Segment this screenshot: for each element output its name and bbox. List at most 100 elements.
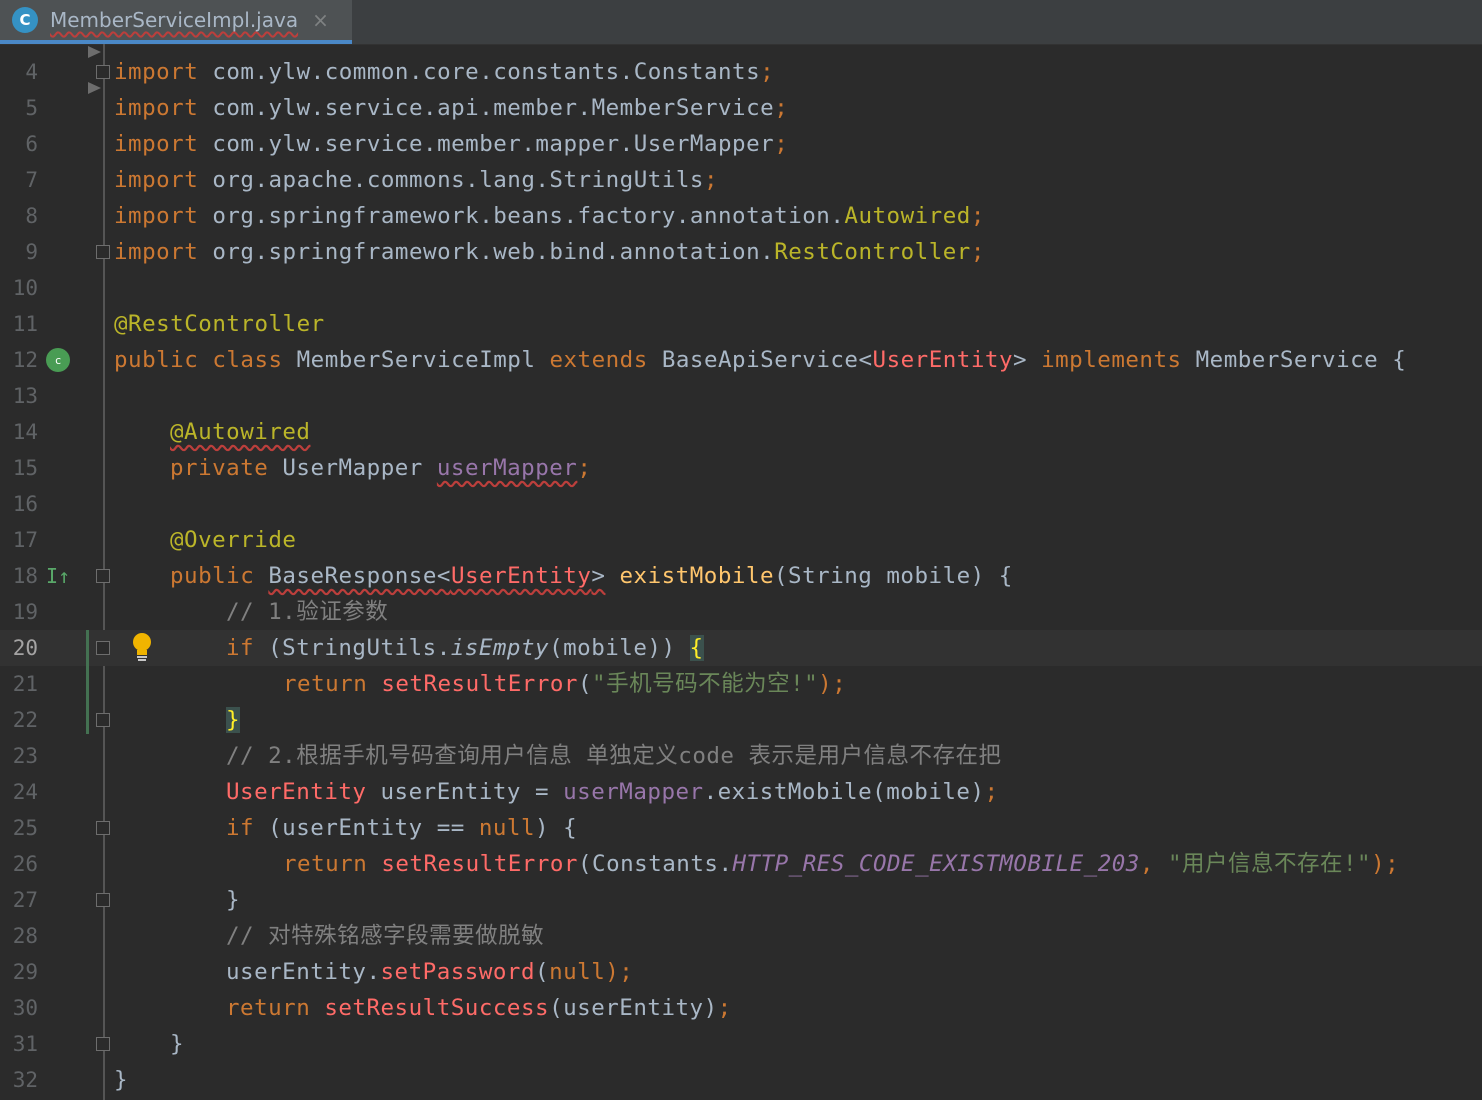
line-number: 29 <box>12 960 38 984</box>
code-line-current: 20 if (StringUtils.isEmpty(mobile)) { <box>0 630 1482 666</box>
code-text: public BaseResponse<UserEntity> existMob… <box>170 563 1013 589</box>
fold-end-icon[interactable] <box>96 245 110 259</box>
fold-marker-icon[interactable] <box>96 821 110 835</box>
code-line: 13 <box>0 378 1482 414</box>
implements-method-icon[interactable]: I↑ <box>46 558 70 594</box>
line-number: 17 <box>12 528 38 552</box>
code-text: import com.ylw.common.core.constants.Con… <box>114 59 775 85</box>
code-line: 28 // 对特殊铭感字段需要做脱敏 <box>0 918 1482 954</box>
java-class-icon: C <box>12 7 38 33</box>
code-text: if (StringUtils.isEmpty(mobile)) { <box>226 635 704 661</box>
editor-tab-bar: C MemberServiceImpl.java × <box>0 0 1482 45</box>
code-text: @Override <box>170 527 297 553</box>
code-line: 27 } <box>0 882 1482 918</box>
line-number: 32 <box>12 1068 38 1092</box>
change-marker <box>86 702 89 734</box>
code-line: 10 <box>0 270 1482 306</box>
code-text: // 对特殊铭感字段需要做脱敏 <box>226 923 545 949</box>
code-text: return setResultError(Constants.HTTP_RES… <box>283 851 1400 877</box>
code-text: import org.springframework.web.bind.anno… <box>114 239 985 265</box>
line-number: 19 <box>12 600 38 624</box>
tab-label: MemberServiceImpl.java <box>50 8 299 32</box>
line-number: 26 <box>12 852 38 876</box>
code-line: 24 UserEntity userEntity = userMapper.ex… <box>0 774 1482 810</box>
code-line: 8 import org.springframework.beans.facto… <box>0 198 1482 234</box>
code-text: private UserMapper userMapper; <box>170 455 592 481</box>
line-number: 7 <box>25 168 38 192</box>
code-line: 4 import com.ylw.common.core.constants.C… <box>0 54 1482 90</box>
line-number: 6 <box>25 132 38 156</box>
line-number: 20 <box>12 636 38 660</box>
code-line: 16 <box>0 486 1482 522</box>
line-number: 9 <box>25 240 38 264</box>
line-number: 31 <box>12 1032 38 1056</box>
code-line: 9 import org.springframework.web.bind.an… <box>0 234 1482 270</box>
line-number: 4 <box>25 60 38 84</box>
code-line: 26 return setResultError(Constants.HTTP_… <box>0 846 1482 882</box>
code-line: 17 @Override <box>0 522 1482 558</box>
code-text: import org.apache.commons.lang.StringUti… <box>114 167 718 193</box>
fold-end-icon[interactable] <box>96 1037 110 1051</box>
line-number: 21 <box>12 672 38 696</box>
code-line: 5 import com.ylw.service.api.member.Memb… <box>0 90 1482 126</box>
code-line: 29 userEntity.setPassword(null); <box>0 954 1482 990</box>
spring-bean-icon[interactable]: c <box>46 348 70 372</box>
code-line: 7 import org.apache.commons.lang.StringU… <box>0 162 1482 198</box>
code-line: 21 return setResultError("手机号码不能为空!"); <box>0 666 1482 702</box>
line-number: 10 <box>12 276 38 300</box>
line-number: 15 <box>12 456 38 480</box>
fold-marker-icon[interactable] <box>96 65 110 79</box>
line-number: 23 <box>12 744 38 768</box>
line-number: 8 <box>25 204 38 228</box>
close-icon[interactable]: × <box>312 8 329 32</box>
code-line: 19 // 1.验证参数 <box>0 594 1482 630</box>
code-text: } <box>114 1067 129 1093</box>
lightbulb-icon[interactable] <box>130 632 154 662</box>
fold-marker-icon[interactable] <box>96 569 110 583</box>
line-number: 5 <box>25 96 38 120</box>
code-line: 15 private UserMapper userMapper; <box>0 450 1482 486</box>
code-line: 30 return setResultSuccess(userEntity); <box>0 990 1482 1026</box>
code-text: @Autowired <box>170 419 311 445</box>
code-line: 18 I↑ public BaseResponse<UserEntity> ex… <box>0 558 1482 594</box>
line-number: 16 <box>12 492 38 516</box>
code-line: 12 c public class MemberServiceImpl exte… <box>0 342 1482 378</box>
change-marker <box>86 630 89 666</box>
code-line: 11 @RestController <box>0 306 1482 342</box>
code-line: 25 if (userEntity == null) { <box>0 810 1482 846</box>
line-number: 13 <box>12 384 38 408</box>
line-number: 30 <box>12 996 38 1020</box>
fold-end-icon[interactable] <box>96 893 110 907</box>
code-line: 32 } <box>0 1062 1482 1098</box>
line-number: 18 <box>12 564 38 588</box>
code-text: UserEntity userEntity = userMapper.exist… <box>226 779 999 805</box>
code-text: return setResultSuccess(userEntity); <box>226 995 732 1021</box>
change-marker <box>86 666 89 702</box>
code-text: } <box>170 1031 185 1057</box>
code-line: 31 } <box>0 1026 1482 1062</box>
fold-marker-icon[interactable] <box>96 641 110 655</box>
code-text: } <box>226 887 241 913</box>
line-number: 11 <box>12 312 38 336</box>
code-text: userEntity.setPassword(null); <box>226 959 634 985</box>
code-text: public class MemberServiceImpl extends B… <box>114 347 1407 373</box>
code-text: @RestController <box>114 311 325 337</box>
fold-end-icon[interactable] <box>96 713 110 727</box>
line-number: 24 <box>12 780 38 804</box>
line-number: 12 <box>12 348 38 372</box>
code-text: // 1.验证参数 <box>226 599 389 625</box>
code-line: 6 import com.ylw.service.member.mapper.U… <box>0 126 1482 162</box>
code-text: // 2.根据手机号码查询用户信息 单独定义code 表示是用户信息不存在把 <box>226 743 1002 769</box>
tab-memberserviceimpl[interactable]: C MemberServiceImpl.java × <box>0 0 352 44</box>
code-text: import com.ylw.service.member.mapper.Use… <box>114 131 789 157</box>
code-line: 14 @Autowired <box>0 414 1482 450</box>
code-text: if (userEntity == null) { <box>226 815 578 841</box>
code-text: import org.springframework.beans.factory… <box>114 203 985 229</box>
line-number: 22 <box>12 708 38 732</box>
code-text: return setResultError("手机号码不能为空!"); <box>283 671 847 697</box>
code-line: 23 // 2.根据手机号码查询用户信息 单独定义code 表示是用户信息不存在… <box>0 738 1482 774</box>
code-text: import com.ylw.service.api.member.Member… <box>114 95 789 121</box>
code-editor[interactable]: 4 import com.ylw.common.core.constants.C… <box>0 44 1482 1100</box>
line-number: 28 <box>12 924 38 948</box>
line-number: 27 <box>12 888 38 912</box>
